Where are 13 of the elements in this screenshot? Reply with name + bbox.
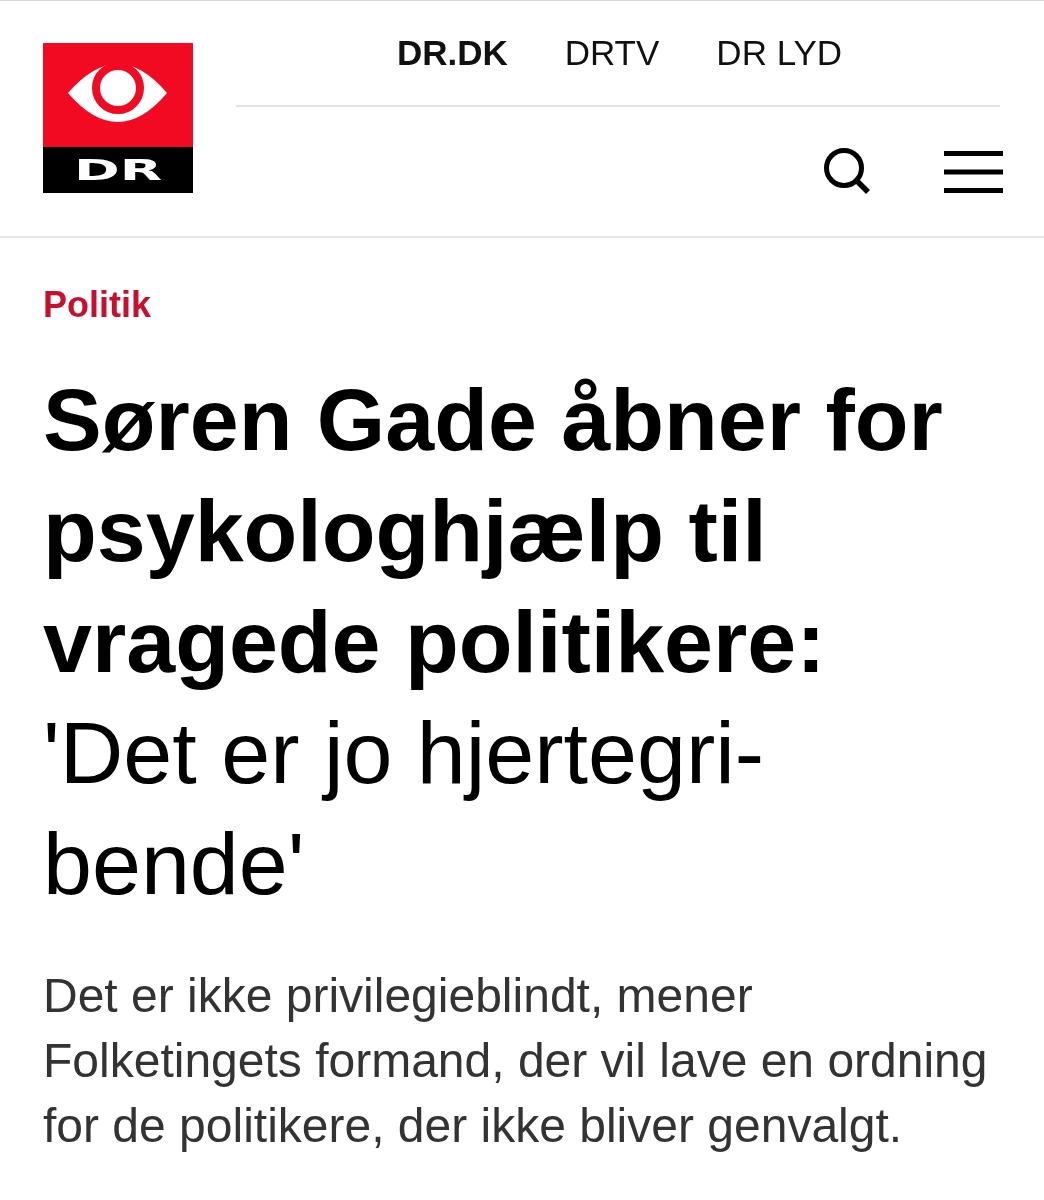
search-icon — [823, 148, 870, 195]
dr-logo[interactable]: DR — [43, 43, 193, 193]
menu-icon — [944, 150, 1003, 193]
search-button[interactable] — [823, 148, 870, 195]
category-link[interactable]: Politik — [43, 285, 152, 325]
nav-link[interactable]: DR LYD — [716, 33, 843, 73]
nav-link[interactable]: DRTV — [564, 33, 660, 73]
menu-button[interactable] — [944, 150, 1003, 193]
article-lead: Det er ikke privilegieblindt, mener Folketingets formand, der vil lave en ordning for de politikere, der ikke bliver genvalgt. — [43, 968, 989, 1154]
nav-link[interactable]: DR.DK — [396, 33, 508, 73]
logo-text: DR — [73, 155, 163, 185]
eye-icon — [43, 43, 193, 147]
article-headline: Søren Gade åbner for psykologhjælp til vragede politikere: 'Det er jo hjertegri-bende' — [43, 369, 944, 915]
